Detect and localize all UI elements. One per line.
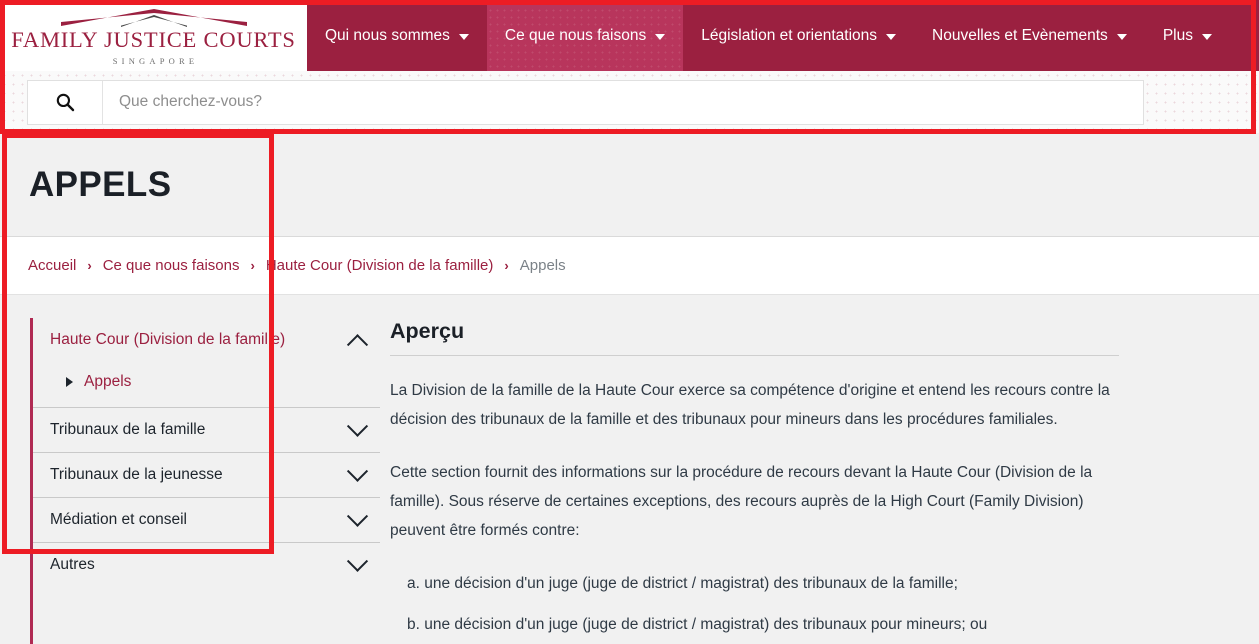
sidebar-item-label: Autres [50, 556, 95, 573]
sidebar-item-haute-cour[interactable]: Haute Cour (Division de la famille) [33, 318, 380, 362]
breadcrumb: Accueil › Ce que nous faisons › Haute Co… [28, 257, 566, 274]
triangle-right-icon [66, 377, 73, 387]
page-title: APPELS [29, 164, 172, 204]
nav-item-legislation-et-orientations[interactable]: Législation et orientations [683, 0, 914, 71]
sidebar-item-label: Haute Cour (Division de la famille) [50, 331, 286, 348]
nav-label: Qui nous sommes [325, 26, 450, 44]
sidebar-item-label: Tribunaux de la famille [50, 421, 206, 438]
sidebar-subitem-appels[interactable]: Appels [33, 362, 380, 407]
nav-label: Plus [1162, 26, 1193, 44]
sidebar-group-haute-cour: Haute Cour (Division de la famille) [33, 318, 380, 362]
page-content: Haute Cour (Division de la famille) Appe… [0, 295, 1259, 644]
chevron-down-icon [1116, 33, 1127, 40]
search-bar-region [0, 71, 1259, 133]
sidebar-group-tribunaux-famille: Tribunaux de la famille [33, 408, 380, 452]
sidebar-item-tribunaux-de-la-jeunesse[interactable]: Tribunaux de la jeunesse [33, 453, 380, 497]
breadcrumb-separator-icon: › [504, 258, 509, 273]
breadcrumb-item-haute-cour[interactable]: Haute Cour (Division de la famille) [266, 257, 494, 274]
chevron-down-icon [346, 415, 369, 437]
nav-item-qui-nous-sommes[interactable]: Qui nous sommes [307, 0, 487, 71]
breadcrumb-item-ce-que-nous-faisons[interactable]: Ce que nous faisons [103, 257, 240, 274]
search-submit-button[interactable] [28, 80, 103, 124]
nav-item-plus[interactable]: Plus [1145, 0, 1230, 71]
chevron-down-icon [655, 33, 666, 40]
breadcrumb-item-appels: Appels [519, 257, 566, 274]
nav-item-ce-que-nous-faisons[interactable]: Ce que nous faisons [486, 0, 684, 71]
main-article: Aperçu La Division de la famille de la H… [380, 295, 1259, 633]
list-item: a. une décision d'un juge (juge de distr… [407, 575, 958, 592]
site-logo[interactable]: FAMILY JUSTICE COURTS SINGAPORE [0, 0, 307, 71]
chevron-down-icon [886, 33, 897, 40]
section-sidebar: Haute Cour (Division de la famille) Appe… [0, 295, 380, 644]
sidebar-item-label: Tribunaux de la jeunesse [50, 466, 223, 483]
chevron-up-icon [346, 333, 369, 355]
sidebar-item-mediation-et-conseil[interactable]: Médiation et conseil [33, 498, 380, 542]
chevron-down-icon [346, 505, 369, 527]
roof-chevron-icon [59, 8, 249, 28]
nav-item-nouvelles-et-evenements[interactable]: Nouvelles et Evènements [914, 0, 1145, 71]
sidebar-group-autres: Autres [33, 543, 380, 587]
breadcrumb-item-accueil[interactable]: Accueil [28, 257, 76, 274]
search-input[interactable] [103, 80, 1143, 124]
paragraph: Cette section fournit des informations s… [390, 464, 1093, 539]
sidebar-group-mediation: Médiation et conseil [33, 498, 380, 542]
breadcrumb-separator-icon: › [250, 258, 255, 273]
section-heading: Aperçu [390, 319, 465, 343]
logo-wordmark: FAMILY JUSTICE COURTS [11, 27, 296, 52]
site-header: FAMILY JUSTICE COURTS SINGAPORE Qui nous… [0, 0, 1259, 71]
logo-subtitle: SINGAPORE [112, 55, 199, 66]
chevron-down-icon [346, 550, 369, 572]
chevron-down-icon [458, 33, 469, 40]
nav-label: Ce que nous faisons [504, 26, 647, 44]
breadcrumb-separator-icon: › [87, 258, 92, 273]
breadcrumb-band: Accueil › Ce que nous faisons › Haute Co… [0, 237, 1259, 295]
sidebar-item-autres[interactable]: Autres [33, 543, 380, 587]
sidebar-item-tribunaux-de-la-famille[interactable]: Tribunaux de la famille [33, 408, 380, 452]
search-icon [56, 93, 75, 112]
chevron-down-icon [1201, 33, 1212, 40]
primary-navigation: Qui nous sommes Ce que nous faisons Légi… [307, 0, 1259, 71]
sidebar-group-tribunaux-jeunesse: Tribunaux de la jeunesse [33, 453, 380, 497]
section-rule [390, 355, 1119, 356]
sidebar-accent-rail [30, 318, 33, 644]
chevron-down-icon [346, 460, 369, 482]
sidebar-subitem-label: Appels [84, 373, 132, 390]
sidebar-item-label: Médiation et conseil [50, 511, 187, 528]
page-title-band: APPELS [0, 133, 1259, 237]
paragraph: La Division de la famille de la Haute Co… [390, 382, 1110, 428]
nav-label: Législation et orientations [701, 26, 878, 44]
search-box [27, 79, 1144, 125]
list-item: b. une décision d'un juge (juge de distr… [407, 616, 988, 633]
nav-label: Nouvelles et Evènements [932, 26, 1108, 44]
